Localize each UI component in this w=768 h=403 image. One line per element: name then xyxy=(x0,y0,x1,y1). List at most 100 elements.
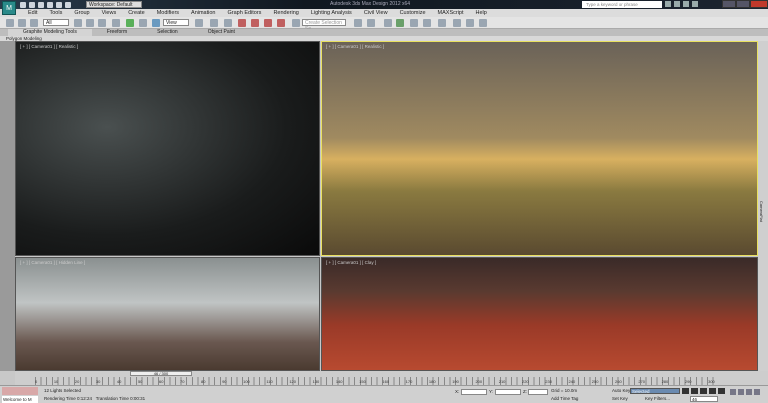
select-object-icon[interactable] xyxy=(74,19,82,27)
add-time-tag[interactable]: Add Time Tag xyxy=(551,396,578,401)
open-icon[interactable] xyxy=(29,1,35,8)
star-icon[interactable] xyxy=(683,1,689,7)
set-key-button[interactable]: Set Key xyxy=(612,396,628,401)
menu-animation[interactable]: Animation xyxy=(185,9,221,17)
side-panel: CameraFlat xyxy=(758,41,768,371)
menu-views[interactable]: Views xyxy=(96,9,123,17)
zoom-all-icon[interactable] xyxy=(738,389,744,395)
render-time-text: Rendering Time 0:12:24 xyxy=(44,396,93,401)
y-coordinate-field[interactable] xyxy=(495,389,521,395)
curve-editor-icon[interactable] xyxy=(410,19,418,27)
manipulate-icon[interactable] xyxy=(210,19,218,27)
menu-edit[interactable]: Edit xyxy=(22,9,43,17)
tab-graphite-modeling-tools[interactable]: Graphite Modeling Tools xyxy=(8,29,92,36)
viewport-label[interactable]: [ + ] [ Camera01 ] [ Realistic ] xyxy=(20,44,78,49)
layer-manager-icon[interactable] xyxy=(384,19,392,27)
close-button[interactable] xyxy=(750,0,768,8)
menu-modifiers[interactable]: Modifiers xyxy=(151,9,185,17)
scale-icon[interactable] xyxy=(152,19,160,27)
workspace-dropdown[interactable]: Workspace: Default xyxy=(86,1,142,8)
project-icon[interactable] xyxy=(65,1,71,8)
next-frame-icon[interactable] xyxy=(709,388,716,394)
tab-freeform[interactable]: Freeform xyxy=(92,29,142,36)
viewport-label[interactable]: [ + ] [ Camera01 ] [ Realistic ] xyxy=(326,44,384,49)
spinner-snap-icon[interactable] xyxy=(277,19,285,27)
snap-toggle-icon[interactable] xyxy=(238,19,246,27)
redo-icon[interactable] xyxy=(56,1,62,8)
schematic-view-icon[interactable] xyxy=(423,19,431,27)
menu-lighting-analysis[interactable]: Lighting Analysis xyxy=(305,9,358,17)
menu-civil-view[interactable]: Civil View xyxy=(358,9,394,17)
save-icon[interactable] xyxy=(38,1,44,8)
percent-snap-icon[interactable] xyxy=(264,19,272,27)
z-coordinate-field[interactable] xyxy=(528,389,548,395)
viewport-bottom-right[interactable]: [ + ] [ Camera01 ] [ Clay ] xyxy=(321,257,758,371)
goto-start-icon[interactable] xyxy=(682,388,689,394)
bind-icon[interactable] xyxy=(30,19,38,27)
pivot-icon[interactable] xyxy=(195,19,203,27)
help-icon[interactable] xyxy=(692,1,698,7)
menu-customize[interactable]: Customize xyxy=(394,9,432,17)
keyboard-shortcut-icon[interactable] xyxy=(224,19,232,27)
timeline: 46 / 300 0 10 20 30 40 50 60 70 80 90 100 110 120 130… xyxy=(15,371,768,385)
menu-help[interactable]: Help xyxy=(470,9,493,17)
select-by-name-icon[interactable] xyxy=(86,19,94,27)
viewport-label[interactable]: [ + ] [ Camera01 ] [ Clay ] xyxy=(326,260,376,265)
menu-group[interactable]: Group xyxy=(68,9,95,17)
maximize-button[interactable] xyxy=(736,0,750,8)
rotate-icon[interactable] xyxy=(139,19,147,27)
viewport-top-right[interactable]: [ + ] [ Camera01 ] [ Realistic ] xyxy=(321,41,758,256)
play-icon[interactable] xyxy=(700,388,707,394)
prev-frame-icon[interactable] xyxy=(691,388,698,394)
tab-object-paint[interactable]: Object Paint xyxy=(193,29,250,36)
maxscript-listener[interactable] xyxy=(2,387,38,395)
minimize-button[interactable] xyxy=(722,0,736,8)
unlink-icon[interactable] xyxy=(18,19,26,27)
time-slider[interactable]: 46 / 300 xyxy=(130,371,192,376)
align-icon[interactable] xyxy=(367,19,375,27)
x-label: X: xyxy=(455,389,460,394)
x-coordinate-field[interactable] xyxy=(461,389,487,395)
auto-key-button[interactable]: Auto Key xyxy=(612,388,630,393)
rect-selection-icon[interactable] xyxy=(98,19,106,27)
key-icon[interactable] xyxy=(674,1,680,7)
material-editor-icon[interactable] xyxy=(438,19,446,27)
window-crossing-icon[interactable] xyxy=(112,19,120,27)
viewport-bottom-left[interactable]: [ + ] [ Camera01 ] [ Hidden Line ] xyxy=(15,257,320,371)
viewport-top-left[interactable]: [ + ] [ Camera01 ] [ Realistic ] xyxy=(15,41,320,256)
app-logo-button[interactable]: M xyxy=(2,1,16,15)
menu-tools[interactable]: Tools xyxy=(43,9,68,17)
new-icon[interactable] xyxy=(20,1,26,8)
pan-icon[interactable] xyxy=(754,389,760,395)
reference-coordinate-dropdown[interactable]: View xyxy=(163,19,189,26)
rendered-frame-icon[interactable] xyxy=(466,19,474,27)
search-input[interactable]: Type a keyword or phrase xyxy=(582,1,662,8)
undo-icon[interactable] xyxy=(47,1,53,8)
goto-end-icon[interactable] xyxy=(718,388,725,394)
mirror-icon[interactable] xyxy=(354,19,362,27)
menu-rendering[interactable]: Rendering xyxy=(267,9,304,17)
menu-create[interactable]: Create xyxy=(122,9,151,17)
edit-named-selection-icon[interactable] xyxy=(292,19,300,27)
tab-selection[interactable]: Selection xyxy=(142,29,193,36)
menu-maxscript[interactable]: MAXScript xyxy=(432,9,470,17)
angle-snap-icon[interactable] xyxy=(251,19,259,27)
current-frame-field[interactable]: 46 xyxy=(690,396,718,402)
key-mode-dropdown[interactable]: Selected xyxy=(630,388,680,394)
viewport-label[interactable]: [ + ] [ Camera01 ] [ Hidden Line ] xyxy=(20,260,85,265)
zoom-icon[interactable] xyxy=(730,389,736,395)
move-icon[interactable] xyxy=(126,19,134,27)
maxscript-mini-listener[interactable]: Welcome to M xyxy=(2,396,38,403)
graphite-toggle-icon[interactable] xyxy=(396,19,404,27)
menu-graph-editors[interactable]: Graph Editors xyxy=(222,9,268,17)
named-selection-dropdown[interactable]: Create Selection Se xyxy=(302,19,346,32)
orbit-icon[interactable] xyxy=(746,389,752,395)
left-toolbar xyxy=(0,41,15,371)
z-label: Z: xyxy=(523,389,527,394)
selection-filter-dropdown[interactable]: All xyxy=(43,19,69,26)
binoculars-icon[interactable] xyxy=(665,1,671,7)
render-teapot-icon[interactable] xyxy=(479,19,487,27)
key-filters-button[interactable]: Key Filters... xyxy=(645,396,670,401)
render-setup-icon[interactable] xyxy=(453,19,461,27)
link-icon[interactable] xyxy=(6,19,14,27)
